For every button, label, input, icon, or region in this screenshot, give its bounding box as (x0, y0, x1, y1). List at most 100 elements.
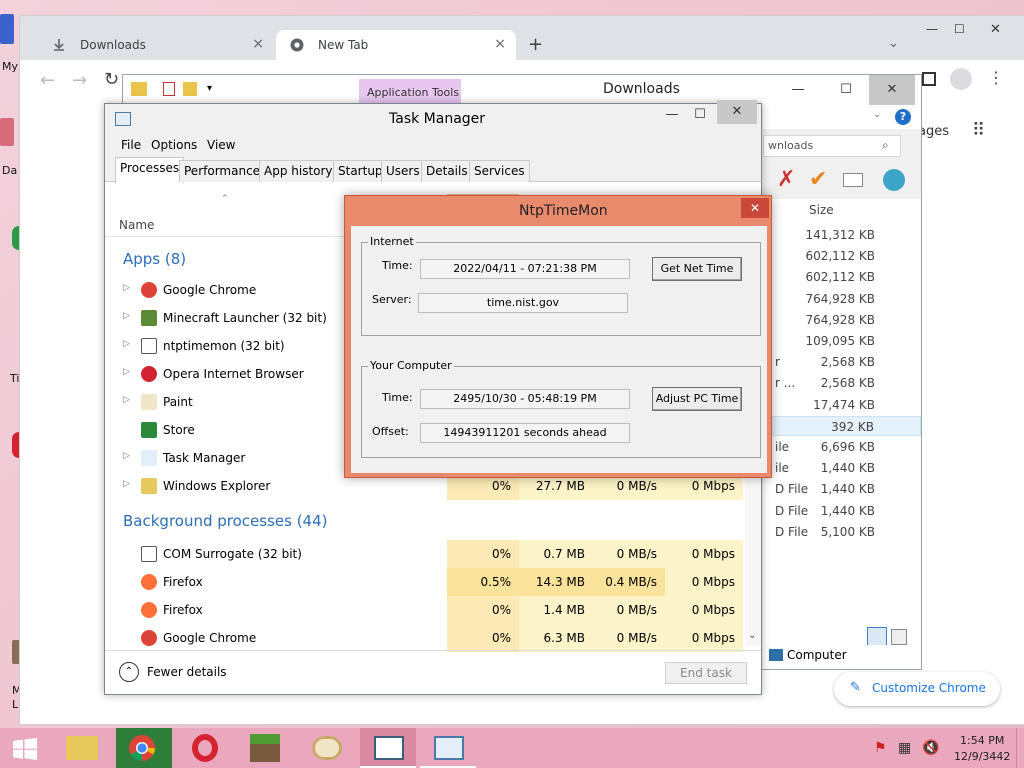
file-row[interactable]: D File 5,100 KB (763, 522, 921, 542)
check-icon[interactable]: ✔ (809, 167, 827, 192)
desktop-label[interactable]: L (12, 698, 18, 711)
back-arrow-icon[interactable]: ← (40, 70, 55, 91)
new-tab-button[interactable]: + (528, 34, 543, 55)
globe-icon[interactable] (883, 169, 905, 191)
file-row[interactable]: ile 6,696 KB (763, 437, 921, 457)
search-input[interactable]: wnloads ⌕ (763, 135, 901, 157)
expand-arrow-icon[interactable]: ▷ (123, 367, 130, 377)
tm-close-button[interactable]: ✕ (717, 100, 757, 124)
end-task-button[interactable]: End task (665, 662, 747, 684)
menu-file[interactable]: File (121, 138, 141, 152)
details-view-icon[interactable] (867, 627, 887, 647)
expand-arrow-icon[interactable]: ▷ (123, 395, 130, 405)
show-desktop-button[interactable] (1016, 728, 1024, 768)
profile-avatar-icon[interactable] (950, 68, 972, 90)
desktop-app-icon[interactable] (0, 118, 14, 146)
expand-arrow-icon[interactable]: ▷ (123, 339, 130, 349)
chrome-maximize-button[interactable]: ☐ (954, 22, 965, 36)
file-row[interactable]: 764,928 KB (763, 310, 921, 330)
file-row[interactable]: 17,474 KB (763, 395, 921, 415)
process-row[interactable]: 0% 6.3 MB 0 MB/s 0 Mbps Google Chrome (105, 624, 745, 652)
properties-icon[interactable] (163, 82, 175, 96)
help-icon[interactable]: ? (895, 109, 911, 125)
images-link[interactable]: ages (918, 124, 949, 139)
chrome-minimize-button[interactable]: — (926, 22, 938, 36)
adjust-pc-time-button[interactable]: Adjust PC Time (652, 387, 742, 411)
side-panel-icon[interactable] (922, 72, 936, 86)
file-row[interactable]: r ... 2,568 KB (763, 373, 921, 393)
tab-startup[interactable]: Startup (333, 160, 388, 182)
tab-services[interactable]: Services (469, 160, 530, 182)
desktop-computer-icon[interactable] (0, 14, 14, 44)
expand-arrow-icon[interactable]: ▷ (123, 283, 130, 293)
file-row[interactable]: 392 KB (763, 415, 921, 436)
taskbar-opera[interactable] (178, 728, 234, 768)
apps-group-header[interactable]: Apps (8) (123, 250, 186, 268)
customize-chrome-button[interactable]: ✎ Customize Chrome (834, 672, 1000, 706)
windows-start-icon[interactable] (12, 738, 38, 760)
apps-grid-icon[interactable]: ⠿ (972, 120, 985, 141)
rename-icon[interactable] (843, 173, 863, 187)
forward-arrow-icon[interactable]: → (72, 70, 87, 91)
process-row[interactable]: 0% 0.7 MB 0 MB/s 0 Mbps COM Surrogate (32 bi… (105, 540, 745, 568)
network-icon[interactable]: ▦ (898, 740, 911, 756)
tm-minimize-button[interactable]: — (657, 100, 687, 130)
quick-access-dropdown-icon[interactable]: ▾ (207, 83, 212, 94)
taskbar-task-manager[interactable] (420, 728, 476, 768)
large-icons-view-icon[interactable] (891, 629, 907, 645)
ntp-close-button[interactable]: ✕ (741, 198, 769, 218)
tab-users[interactable]: Users (381, 160, 425, 182)
file-row[interactable]: 602,112 KB (763, 267, 921, 287)
clock-date[interactable]: 12/9/3442 (954, 750, 1010, 763)
scroll-down-icon[interactable]: ⌄ (748, 630, 756, 641)
tab-close-button[interactable]: × (252, 36, 264, 52)
taskbar-chrome[interactable] (116, 728, 172, 768)
file-row[interactable]: 141,312 KB (763, 225, 921, 245)
desktop-label[interactable]: Ti (10, 372, 19, 385)
expand-arrow-icon[interactable]: ▷ (123, 311, 130, 321)
file-row[interactable]: ile 1,440 KB (763, 458, 921, 478)
fewer-details-button[interactable]: ⌃ Fewer details (119, 662, 279, 684)
tab-details[interactable]: Details (421, 160, 473, 182)
process-row[interactable]: 0% 1.4 MB 0 MB/s 0 Mbps Firefox (105, 596, 745, 624)
process-row[interactable]: 0.5% 14.3 MB 0.4 MB/s 0 Mbps Firefox (105, 568, 745, 596)
tm-maximize-button[interactable]: ☐ (685, 100, 715, 130)
taskbar-file-explorer[interactable] (56, 728, 112, 768)
volume-muted-icon[interactable]: 🔇 (922, 740, 939, 756)
tab-search-icon[interactable]: ⌄ (888, 36, 899, 51)
file-row[interactable]: 764,928 KB (763, 289, 921, 309)
chrome-close-button[interactable]: ✕ (990, 22, 1001, 37)
action-center-flag-icon[interactable]: ⚑ (874, 740, 887, 756)
file-row[interactable]: 602,112 KB (763, 246, 921, 266)
server-field[interactable]: time.nist.gov (418, 293, 628, 313)
taskbar-ntptimemon[interactable] (360, 728, 416, 768)
taskbar-minecraft[interactable] (238, 728, 294, 768)
reload-icon[interactable]: ↻ (104, 69, 119, 90)
delete-icon[interactable]: ✗ (777, 167, 795, 192)
file-row[interactable]: r 2,568 KB (763, 352, 921, 372)
tab-performance[interactable]: Performance (179, 160, 266, 182)
chrome-menu-icon[interactable]: ⋮ (988, 68, 1004, 87)
taskbar-paint[interactable] (300, 728, 356, 768)
file-row[interactable]: D File 1,440 KB (763, 501, 921, 521)
tab-app-history[interactable]: App history (259, 160, 338, 182)
expand-arrow-icon[interactable]: ▷ (123, 451, 130, 461)
explorer-minimize-button[interactable]: — (783, 75, 813, 105)
application-tools-tab[interactable]: Application Tools (359, 79, 461, 105)
nav-pane-computer[interactable]: Computer (763, 645, 921, 669)
expand-arrow-icon[interactable]: ▷ (123, 479, 130, 489)
menu-view[interactable]: View (207, 138, 235, 152)
tab-close-button[interactable]: × (494, 36, 506, 52)
size-column-header[interactable]: Size (809, 203, 834, 217)
get-net-time-button[interactable]: Get Net Time (652, 257, 742, 281)
tab-new-tab[interactable]: New Tab × (276, 30, 516, 60)
desktop-label[interactable]: Da (2, 164, 17, 177)
name-column-header[interactable]: Name (119, 218, 154, 232)
tab-processes[interactable]: Processes (115, 157, 185, 183)
explorer-maximize-button[interactable]: ☐ (823, 75, 869, 105)
ribbon-expand-icon[interactable]: ⌄ (873, 109, 881, 120)
tab-downloads[interactable]: Downloads × (38, 30, 274, 60)
background-group-header[interactable]: Background processes (44) (123, 512, 328, 530)
file-row[interactable]: 109,095 KB (763, 331, 921, 351)
file-row[interactable]: D File 1,440 KB (763, 479, 921, 499)
